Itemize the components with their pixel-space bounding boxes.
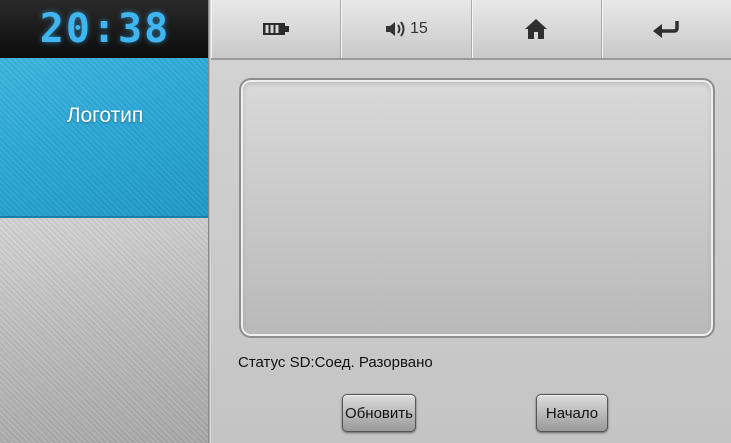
clock-time: 20:38 — [39, 6, 171, 52]
volume-level: 15 — [409, 20, 428, 37]
clock-display: 20:38 — [0, 0, 210, 58]
sidebar-item-logo[interactable]: Логотип — [0, 58, 210, 218]
top-toolbar: 15 — [211, 0, 731, 60]
update-button[interactable]: Обновить — [342, 394, 416, 432]
volume-button[interactable]: 15 — [341, 0, 472, 58]
battery-icon — [262, 23, 289, 35]
back-arrow-icon — [653, 21, 680, 38]
sidebar-empty-area — [0, 218, 210, 443]
home-button[interactable] — [472, 0, 602, 58]
battery-button[interactable] — [211, 0, 342, 58]
start-button[interactable]: Начало — [536, 394, 608, 432]
main-content: Статус SD:Соед. Разорвано Обновить Начал… — [211, 60, 731, 443]
sd-status-text: Статус SD:Соед. Разорвано — [238, 354, 433, 371]
back-button[interactable] — [602, 0, 731, 58]
home-icon — [525, 19, 548, 39]
screen: 20:38 Логотип 15 Статус SD:Соед. Разорва… — [0, 0, 731, 443]
sidebar-item-label: Логотип — [66, 104, 144, 127]
speaker-icon — [385, 21, 405, 37]
logo-preview-panel — [239, 78, 715, 338]
